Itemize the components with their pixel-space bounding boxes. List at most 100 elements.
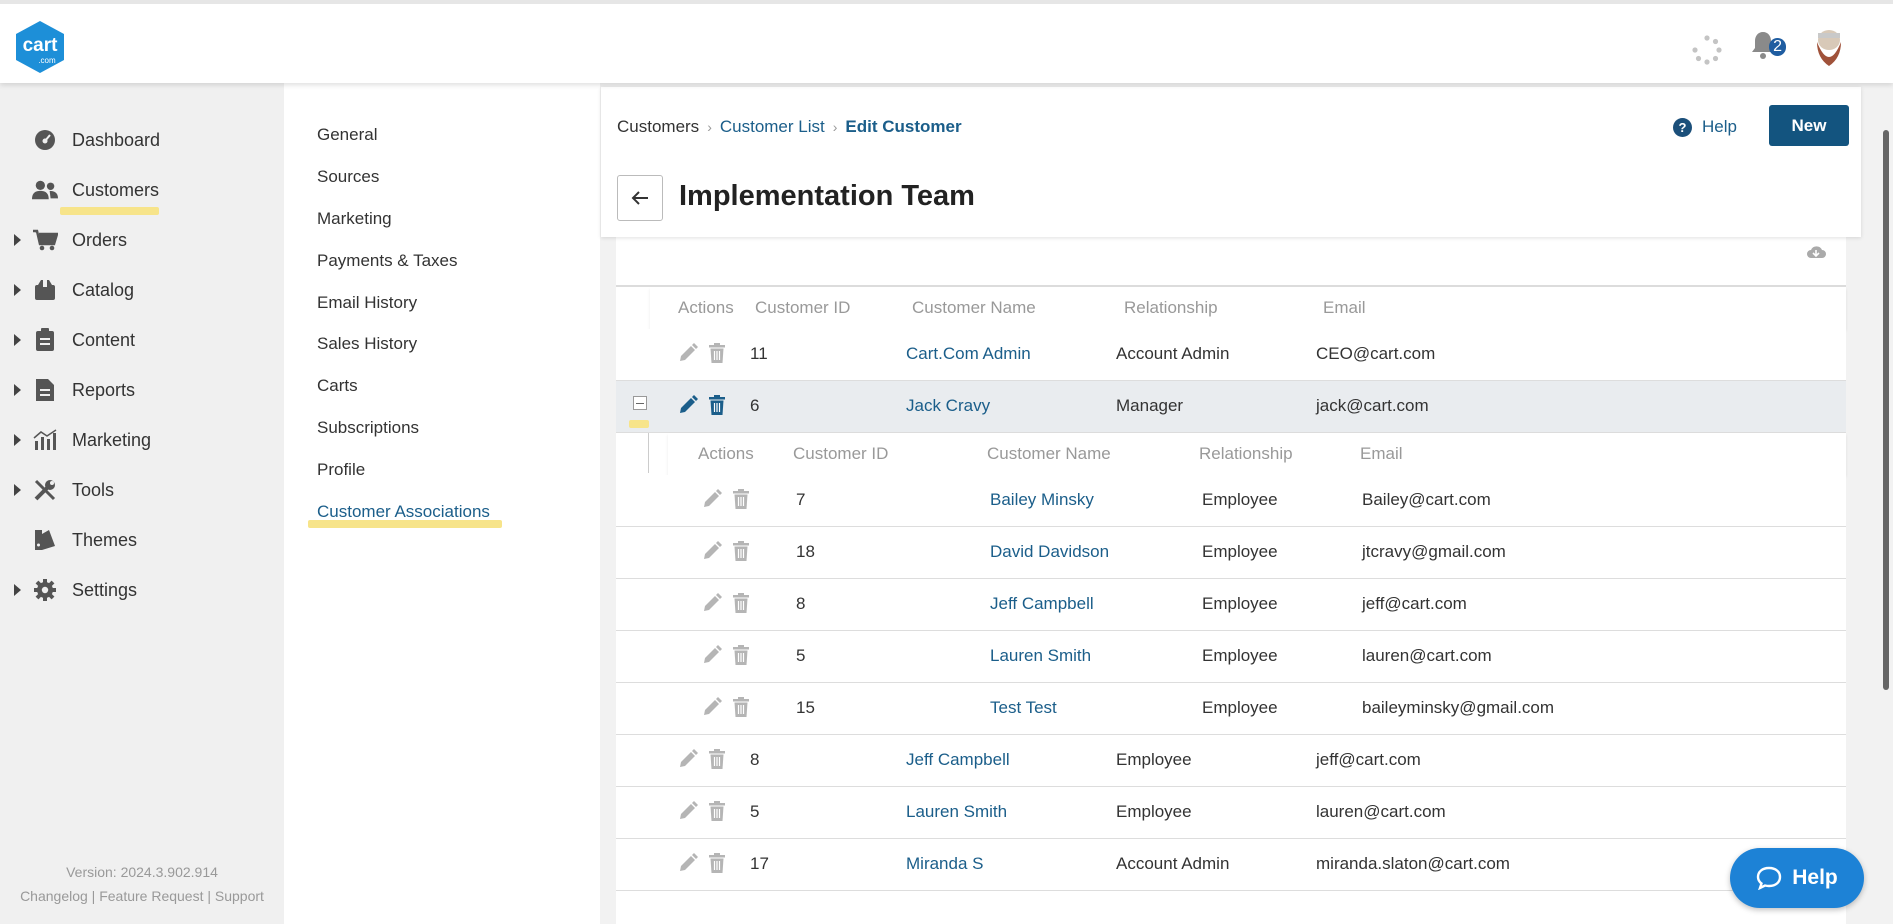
customer-name-link[interactable]: Bailey Minsky xyxy=(990,490,1094,510)
delete-trash-icon[interactable] xyxy=(708,343,726,363)
delete-trash-icon[interactable] xyxy=(732,697,750,717)
sidebar-item-reports[interactable]: Reports xyxy=(0,375,284,405)
table-row[interactable]: 6 Jack Cravy Manager jack@cart.com xyxy=(616,381,1846,433)
gear-icon xyxy=(32,577,58,603)
subnav-item-carts[interactable]: Carts xyxy=(317,376,358,396)
footer-links[interactable]: Changelog | Feature Request | Support xyxy=(0,888,284,904)
customer-name-link[interactable]: Lauren Smith xyxy=(990,646,1091,666)
column-header-id[interactable]: Customer ID xyxy=(793,444,888,464)
delete-trash-icon[interactable] xyxy=(732,645,750,665)
table-row[interactable]: 17 Miranda S Account Admin miranda.slaton@c… xyxy=(616,839,1846,891)
subnav-item-email-history[interactable]: Email History xyxy=(317,293,417,313)
help-link-label: Help xyxy=(1702,117,1737,136)
delete-trash-icon[interactable] xyxy=(708,395,726,415)
edit-pencil-icon[interactable] xyxy=(702,541,722,561)
column-header-email[interactable]: Email xyxy=(1323,298,1366,318)
cart-logo[interactable]: cart .com xyxy=(14,20,66,74)
expand-caret-icon[interactable] xyxy=(14,234,21,246)
subnav-item-marketing[interactable]: Marketing xyxy=(317,209,392,229)
subnav-item-payments-taxes[interactable]: Payments & Taxes xyxy=(317,251,457,271)
grid-header-row: Actions Customer ID Customer Name Relations… xyxy=(668,433,1846,475)
page-scrollbar[interactable] xyxy=(1883,130,1889,690)
delete-trash-icon[interactable] xyxy=(732,489,750,509)
edit-pencil-icon[interactable] xyxy=(702,593,722,613)
sidebar-item-label: Marketing xyxy=(72,429,152,450)
customer-name-link[interactable]: Jeff Campbell xyxy=(906,750,1010,770)
table-row[interactable]: 5 Lauren Smith Employee lauren@cart.com xyxy=(616,631,1846,683)
customer-name-link[interactable]: David Davidson xyxy=(990,542,1109,562)
expand-caret-icon[interactable] xyxy=(14,284,21,296)
table-row[interactable]: 5 Lauren Smith Employee lauren@cart.com xyxy=(616,787,1846,839)
table-row[interactable]: 15 Test Test Employee baileyminsky@gmail.co… xyxy=(616,683,1846,735)
delete-trash-icon[interactable] xyxy=(732,593,750,613)
new-button[interactable]: New xyxy=(1769,105,1849,146)
subnav-item-sources[interactable]: Sources xyxy=(317,167,379,187)
column-header-actions[interactable]: Actions xyxy=(698,444,754,464)
column-header-relationship[interactable]: Relationship xyxy=(1124,298,1218,318)
subnav-item-customer-associations[interactable]: Customer Associations xyxy=(317,502,490,522)
notification-bell-icon[interactable]: 2 xyxy=(1750,30,1786,62)
table-row[interactable]: 7 Bailey Minsky Employee Bailey@cart.com xyxy=(616,475,1846,527)
edit-pencil-icon[interactable] xyxy=(702,697,722,717)
delete-trash-icon[interactable] xyxy=(708,853,726,873)
user-avatar[interactable] xyxy=(1812,28,1846,68)
column-header-name[interactable]: Customer Name xyxy=(987,444,1111,464)
help-link[interactable]: ? Help xyxy=(1673,117,1737,137)
expand-caret-icon[interactable] xyxy=(14,584,21,596)
help-chat-button[interactable]: Help xyxy=(1730,848,1864,908)
expand-caret-icon[interactable] xyxy=(14,434,21,446)
collapse-row-toggle[interactable] xyxy=(633,396,647,410)
breadcrumb-customer-list[interactable]: Customer List xyxy=(720,117,825,137)
delete-trash-icon[interactable] xyxy=(708,749,726,769)
customer-name-link[interactable]: Jack Cravy xyxy=(906,396,990,416)
sidebar-item-settings[interactable]: Settings xyxy=(0,575,284,605)
sidebar-item-orders[interactable]: Orders xyxy=(0,225,284,255)
table-row[interactable]: 8 Jeff Campbell Employee jeff@cart.com xyxy=(616,735,1846,787)
edit-pencil-icon[interactable] xyxy=(678,343,698,363)
sidebar-item-customers[interactable]: Customers xyxy=(0,175,284,205)
edit-pencil-icon[interactable] xyxy=(678,801,698,821)
relationship-cell: Account Admin xyxy=(1116,854,1230,873)
subnav-item-subscriptions[interactable]: Subscriptions xyxy=(317,418,419,438)
edit-pencil-icon[interactable] xyxy=(702,489,722,509)
subnav-item-profile[interactable]: Profile xyxy=(317,460,365,480)
breadcrumb-separator-icon: › xyxy=(832,119,838,135)
subnav-item-general[interactable]: General xyxy=(317,125,377,145)
sidebar-item-catalog[interactable]: Catalog xyxy=(0,275,284,305)
sidebar-item-content[interactable]: Content xyxy=(0,325,284,355)
edit-pencil-icon[interactable] xyxy=(678,749,698,769)
column-header-id[interactable]: Customer ID xyxy=(755,298,850,318)
sidebar-item-label: Settings xyxy=(72,579,138,600)
table-row[interactable]: 11 Cart.Com Admin Account Admin CEO@cart.co… xyxy=(616,329,1846,381)
edit-pencil-icon[interactable] xyxy=(702,645,722,665)
column-header-actions[interactable]: Actions xyxy=(678,298,734,318)
delete-trash-icon[interactable] xyxy=(708,801,726,821)
customer-name-link[interactable]: Cart.Com Admin xyxy=(906,344,1031,364)
column-header-name[interactable]: Customer Name xyxy=(912,298,1036,318)
back-button[interactable] xyxy=(617,175,663,221)
sidebar-item-themes[interactable]: Themes xyxy=(0,525,284,555)
table-row[interactable]: 18 David Davidson Employee jtcravy@gmail.co… xyxy=(616,527,1846,579)
row-actions xyxy=(702,593,750,613)
edit-pencil-icon[interactable] xyxy=(678,853,698,873)
breadcrumb-customers[interactable]: Customers xyxy=(617,117,699,137)
customer-name-link[interactable]: Test Test xyxy=(990,698,1057,718)
edit-pencil-icon[interactable] xyxy=(678,395,698,415)
sidebar-item-dashboard[interactable]: Dashboard xyxy=(0,125,284,155)
row-actions xyxy=(702,645,750,665)
delete-trash-icon[interactable] xyxy=(732,541,750,561)
subnav-item-sales-history[interactable]: Sales History xyxy=(317,334,417,354)
customer-name-link[interactable]: Jeff Campbell xyxy=(990,594,1094,614)
cloud-download-icon[interactable] xyxy=(1806,245,1826,259)
expand-caret-icon[interactable] xyxy=(14,384,21,396)
sidebar-item-marketing[interactable]: Marketing xyxy=(0,425,284,455)
table-row[interactable]: 8 Jeff Campbell Employee jeff@cart.com xyxy=(616,579,1846,631)
customer-name-link[interactable]: Lauren Smith xyxy=(906,802,1007,822)
sidebar-item-tools[interactable]: Tools xyxy=(0,475,284,505)
customer-name-link[interactable]: Miranda S xyxy=(906,854,983,874)
column-header-relationship[interactable]: Relationship xyxy=(1199,444,1293,464)
box-icon xyxy=(32,277,58,303)
column-header-email[interactable]: Email xyxy=(1360,444,1403,464)
expand-caret-icon[interactable] xyxy=(14,484,21,496)
expand-caret-icon[interactable] xyxy=(14,334,21,346)
